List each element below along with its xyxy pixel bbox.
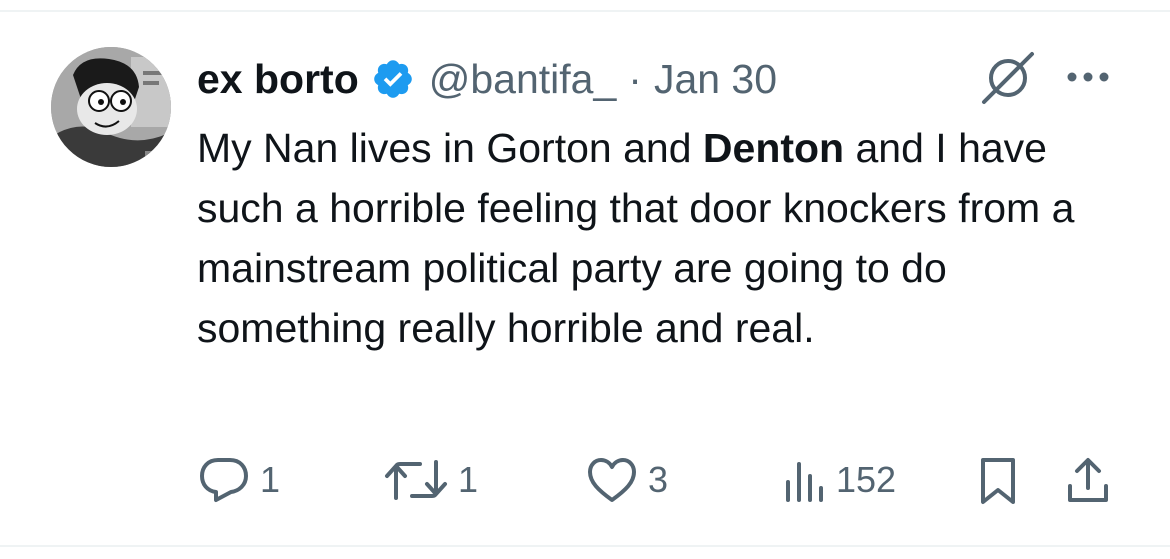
action-bar: 1 1 3 152 [0,450,1170,512]
tweet-header: ex borto @bantifa_ · Jan 30 [197,52,777,106]
views-icon [786,462,823,502]
views-button[interactable]: 152 [782,456,896,504]
heart-icon [588,458,636,502]
verified-badge-icon[interactable] [371,57,415,101]
like-button[interactable]: 3 [586,456,668,504]
share-icon [1068,458,1108,502]
bottom-divider [0,545,1170,547]
repost-button[interactable]: 1 [384,456,478,504]
like-count: 3 [648,459,669,500]
share-button[interactable] [1064,456,1112,506]
separator-dot: · [628,55,642,102]
tweet-text-part: My Nan lives in Gorton and [197,125,703,171]
views-count: 152 [836,459,897,500]
more-icon[interactable] [1064,66,1112,88]
tweet-text: My Nan lives in Gorton and Denton and I … [197,118,1137,358]
handle[interactable]: @bantifa_ [429,56,617,103]
bookmark-button[interactable] [976,456,1020,506]
timestamp[interactable]: Jan 30 [654,56,777,103]
bookmark-icon [981,458,1015,504]
grok-icon[interactable] [980,50,1036,106]
reply-icon [200,458,248,502]
top-divider [0,10,1170,12]
repost-icon [385,460,447,500]
avatar[interactable] [51,47,171,167]
repost-count: 1 [458,459,479,500]
tweet-text-bold: Denton [702,125,845,171]
display-name[interactable]: ex borto [197,56,359,103]
reply-count: 1 [260,459,281,500]
reply-button[interactable]: 1 [198,456,280,504]
avatar-image [51,47,171,167]
